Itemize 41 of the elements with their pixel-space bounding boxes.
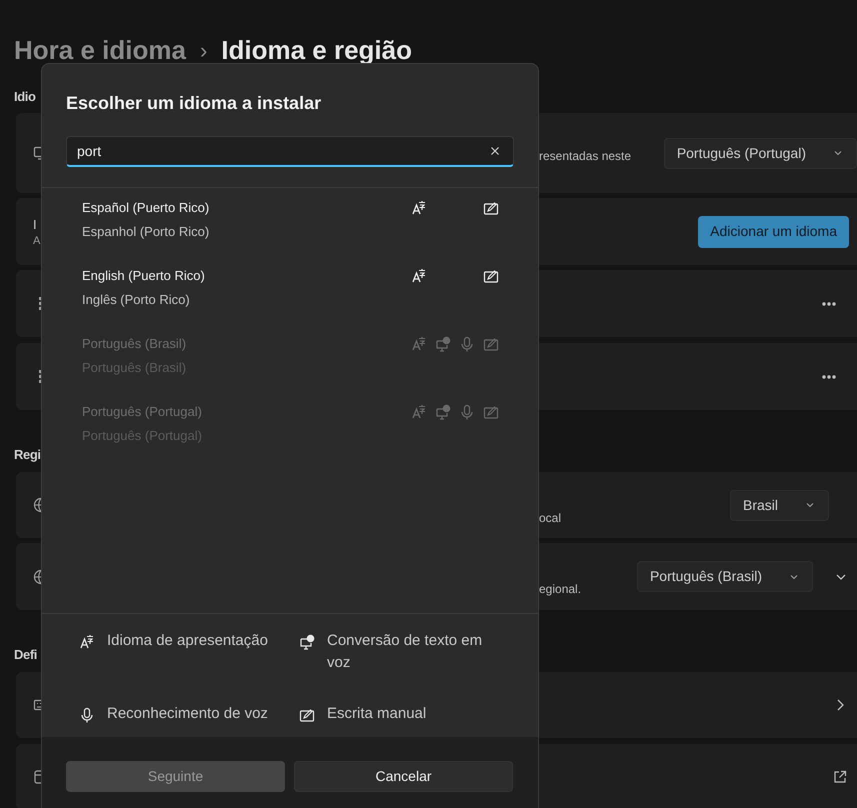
external-link-icon[interactable] <box>832 769 848 785</box>
globe-icon <box>33 568 41 584</box>
breadcrumb-separator: › <box>200 36 208 64</box>
monitor-icon <box>33 145 41 161</box>
add-language-button[interactable]: Adicionar um idioma <box>698 216 849 248</box>
language-native-name: Espanhol (Porto Rico) <box>82 223 210 241</box>
legend-label: Conversão de texto em voz <box>327 631 484 673</box>
monitor-speech-icon <box>299 634 315 650</box>
legend-label: Escrita manual <box>327 704 426 724</box>
page-title: Idioma e região <box>221 34 412 66</box>
language-list-item[interactable]: Español (Puerto Rico) Espanhol (Porto Rico) <box>42 196 538 264</box>
drag-handle-icon <box>39 370 42 383</box>
section-heading: Defi <box>14 646 37 664</box>
drag-handle-icon <box>39 297 42 310</box>
dropdown[interactable]: Brasil <box>730 490 829 520</box>
setting-title: I <box>33 216 37 234</box>
keyboard-icon <box>33 697 41 713</box>
window-icon <box>33 769 41 785</box>
dropdown[interactable]: Português (Brasil) <box>636 561 813 592</box>
language-name: Español (Puerto Rico) <box>82 199 210 217</box>
setting-description: A <box>33 234 40 248</box>
setting-description: resentadas neste <box>539 148 632 165</box>
dialog-title: Escolher um idioma a instalar <box>66 92 322 115</box>
search-field[interactable]: port <box>66 136 514 167</box>
setting-description: egional. <box>539 581 582 598</box>
language-name: Português (Brasil) <box>82 335 186 353</box>
language-name: English (Puerto Rico) <box>82 267 205 285</box>
language-name: Português (Portugal) <box>82 403 202 421</box>
language-icon <box>79 634 95 650</box>
microphone-icon <box>79 706 95 722</box>
cancel-button[interactable]: Cancelar <box>294 761 513 792</box>
legend-label: Reconhecimento de voz <box>107 704 268 724</box>
legend-label: Idioma de apresentação <box>107 631 268 651</box>
pen-icon <box>299 706 315 722</box>
dropdown[interactable]: Português (Portugal) <box>664 138 857 168</box>
setting-description: ocal <box>539 510 562 527</box>
language-list-item[interactable]: English (Puerto Rico) Inglês (Porto Rico) <box>42 264 538 332</box>
section-heading: Regi <box>14 446 41 464</box>
globe-icon <box>33 497 41 513</box>
language-native-name: Inglês (Porto Rico) <box>82 291 191 309</box>
section-heading: Idio <box>14 88 36 106</box>
